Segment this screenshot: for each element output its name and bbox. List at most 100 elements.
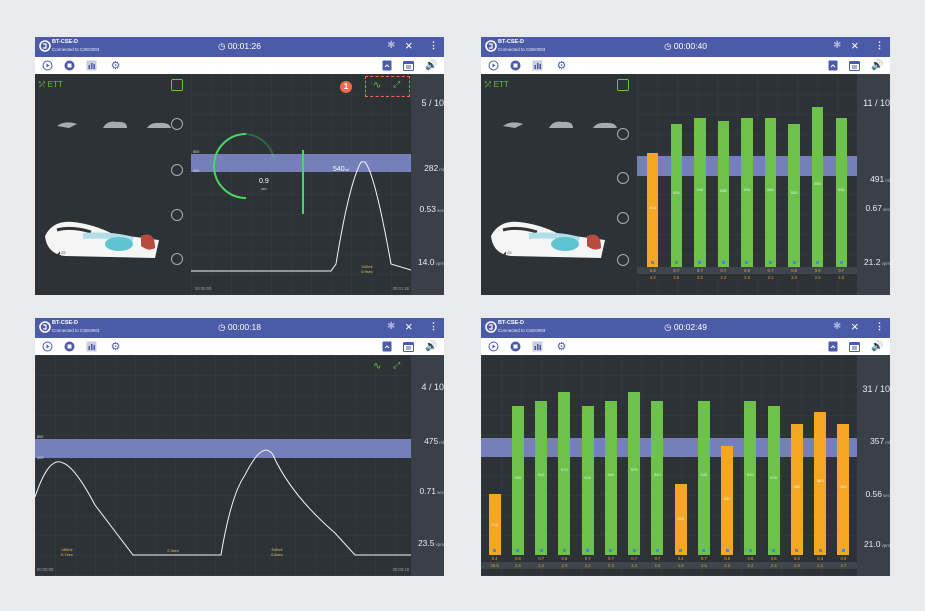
waveform-icon[interactable]: ∿ — [373, 80, 381, 91]
breath-bar: 530 — [717, 120, 730, 267]
bluetooth-icon[interactable]: ✱ — [387, 40, 395, 51]
strip-value: 0.4 — [677, 556, 684, 561]
strip-value: 4.2 — [649, 275, 656, 280]
bar-value-label: 540 — [767, 186, 774, 192]
strip-bottom: 28.9 2.5 2.2 2.3 2.2 2.3 2.3 2.5 1.9 2.5 2.3 2.2 2.3… — [481, 562, 857, 569]
stop-icon[interactable] — [63, 340, 76, 353]
calendar-icon[interactable] — [402, 340, 415, 353]
close-icon[interactable]: × — [405, 319, 413, 334]
calendar-icon[interactable] — [402, 59, 415, 72]
bar-chart-icon[interactable] — [531, 340, 544, 353]
readout-panel: 4 / 10 475ml 0.71sec 23.5vpm — [411, 355, 444, 576]
lung-icon[interactable] — [617, 212, 629, 224]
strip-value: 0.4 — [817, 556, 824, 561]
heart-icon[interactable] — [171, 118, 183, 130]
stop-icon[interactable] — [509, 340, 522, 353]
strip-value: 2.3 — [744, 275, 750, 280]
bluetooth-icon[interactable]: ✱ — [833, 321, 841, 332]
stop-icon[interactable] — [63, 59, 76, 72]
close-icon[interactable]: × — [851, 38, 859, 53]
bar-marker — [586, 549, 590, 552]
settings-icon[interactable]: ⚙ — [109, 59, 122, 72]
calendar-icon[interactable] — [848, 340, 861, 353]
settings-icon[interactable]: ⚙ — [555, 340, 568, 353]
bar-value-label: 500 — [816, 477, 824, 483]
more-vert-icon[interactable]: ⋮ — [875, 40, 884, 51]
volume-icon[interactable]: 🔊 — [871, 340, 884, 353]
waveform-icon[interactable]: ∿ — [373, 361, 381, 372]
more-vert-icon[interactable]: ⋮ — [429, 321, 438, 332]
person-chart-icon[interactable] — [171, 79, 183, 91]
bar-value-label: 460 — [840, 484, 847, 490]
title-bar: BT-CSE-D Connected to CSE0093 ◷ 00:01:26… — [35, 37, 444, 57]
calendar-icon[interactable] — [848, 59, 861, 72]
bar-value-label: 540 — [537, 471, 545, 477]
bar-chart-icon[interactable] — [85, 340, 98, 353]
session-timer: ◷ 00:01:26 — [218, 41, 261, 51]
close-icon[interactable]: × — [851, 319, 859, 334]
close-icon[interactable]: × — [405, 38, 413, 53]
bluetooth-icon[interactable]: ✱ — [833, 40, 841, 51]
more-vert-icon[interactable]: ⋮ — [875, 321, 884, 332]
stop-icon[interactable] — [509, 59, 522, 72]
settings-icon[interactable]: ⚙ — [109, 340, 122, 353]
bar-marker — [632, 549, 636, 552]
report-icon[interactable] — [380, 59, 393, 72]
volume-icon[interactable]: 🔊 — [425, 59, 438, 72]
play-icon[interactable] — [41, 59, 54, 72]
rate-readout: 23.5vpm — [417, 538, 444, 548]
bluetooth-icon[interactable]: ✱ — [387, 321, 395, 332]
heart-icon[interactable] — [617, 128, 629, 140]
bar-marker — [795, 549, 799, 552]
strip-value: 3.5 — [673, 275, 680, 280]
volume-icon[interactable]: 🔊 — [425, 340, 438, 353]
person-chart-icon[interactable] — [617, 79, 629, 91]
bar-value-label: 540 — [743, 186, 751, 192]
respiration-icon[interactable] — [617, 254, 629, 266]
bar-chart-icon[interactable] — [531, 59, 544, 72]
breath-bar: 540 — [744, 400, 757, 555]
bar-marker — [674, 261, 678, 264]
gauge-value: 0.9 — [259, 178, 269, 185]
bar-marker — [651, 261, 655, 264]
readout-panel: 11 / 10 491ml 0.67sec 21.2vpm — [857, 74, 890, 295]
breath-note: 480ml 0.7sec — [61, 547, 73, 557]
settings-icon[interactable]: ⚙ — [555, 59, 568, 72]
bar-value-label: 540 — [747, 471, 754, 477]
strip-value: 0.6 — [744, 268, 750, 273]
time-readout: 0.71sec — [419, 486, 444, 496]
respiration-icon[interactable] — [171, 253, 183, 265]
more-vert-icon[interactable]: ⋮ — [429, 40, 438, 51]
strip-value: 0.8 — [814, 268, 821, 273]
bar-marker — [745, 261, 749, 264]
play-icon[interactable] — [41, 340, 54, 353]
title-bar: BT-CSE-D Connected to CSE0093 ◷ 00:00:18… — [35, 318, 444, 338]
lung-icon[interactable] — [171, 209, 183, 221]
breath-bar: 520 — [788, 123, 800, 267]
report-icon[interactable] — [826, 59, 839, 72]
expand-icon[interactable]: ⤢ — [393, 79, 400, 90]
airway-icon: ⤱ — [485, 80, 494, 89]
strip-value: 2.5 — [700, 563, 707, 568]
strip-value: 0.7 — [673, 268, 680, 273]
report-icon[interactable] — [380, 340, 393, 353]
face-icon[interactable] — [171, 164, 183, 176]
time-axis-start: 00:00:00 — [195, 286, 212, 291]
play-icon[interactable] — [487, 340, 500, 353]
volume-icon[interactable]: 🔊 — [871, 59, 884, 72]
face-icon[interactable] — [617, 172, 629, 184]
bar-marker — [725, 549, 729, 552]
bar-value-label: 540 — [654, 471, 661, 477]
report-icon[interactable] — [826, 340, 839, 353]
bar-marker — [493, 549, 497, 552]
bar-marker — [818, 549, 822, 552]
play-icon[interactable] — [487, 59, 500, 72]
expand-icon[interactable]: ⤢ — [393, 360, 400, 371]
bar-chart-icon[interactable] — [85, 59, 98, 72]
clock-icon: ◷ — [218, 322, 228, 332]
strip-value: 0.7 — [838, 268, 845, 273]
strip-value: 2.5 — [838, 275, 845, 280]
airway-illustration: ◢ 22 — [491, 221, 605, 258]
bar-marker — [655, 549, 659, 552]
bar-marker — [698, 261, 702, 264]
